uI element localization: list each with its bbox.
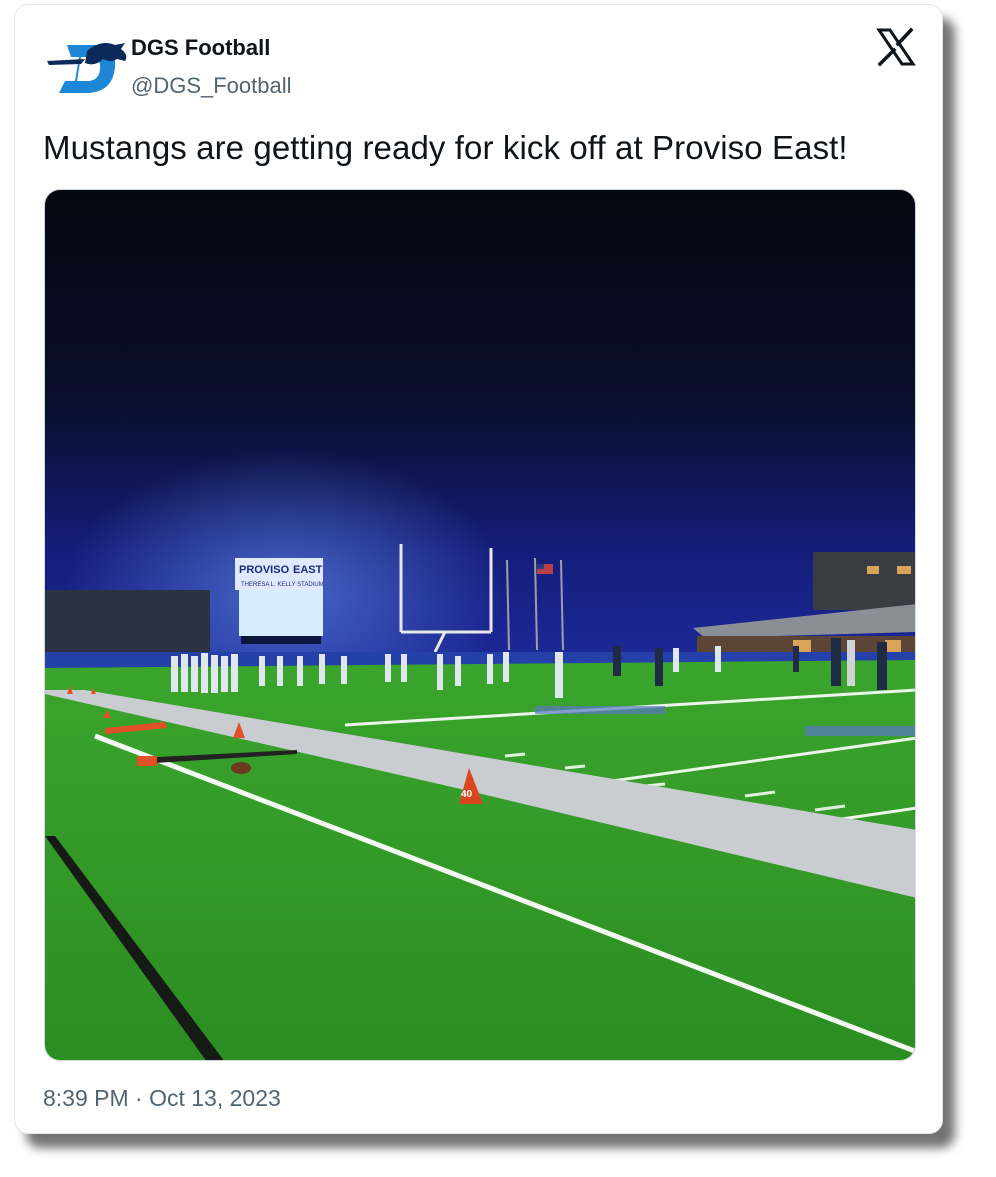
tweet-text: Mustangs are getting ready for kick off … — [43, 129, 848, 166]
tweet-photo[interactable]: PROVISO EAST THERESA L. KELLY STADIUM 40 — [44, 189, 916, 1061]
scoreboard-title-right: EAST — [293, 564, 323, 576]
scoreboard: PROVISO EAST THERESA L. KELLY STADIUM — [235, 558, 324, 644]
scoreboard-subtitle: THERESA L. KELLY STADIUM — [241, 582, 324, 588]
mustang-d-logo-icon[interactable] — [45, 37, 131, 103]
x-logo-icon[interactable] — [876, 27, 916, 67]
tweet-card: DGS Football @DGS_Football Mustangs are … — [14, 4, 943, 1134]
tweet-timestamp[interactable]: 8:39 PM · Oct 13, 2023 — [43, 1085, 281, 1112]
author-name[interactable]: DGS Football — [131, 35, 270, 61]
author-handle[interactable]: @DGS_Football — [131, 73, 292, 99]
scoreboard-title-left: PROVISO — [239, 564, 290, 576]
cone-number: 40 — [461, 789, 473, 800]
